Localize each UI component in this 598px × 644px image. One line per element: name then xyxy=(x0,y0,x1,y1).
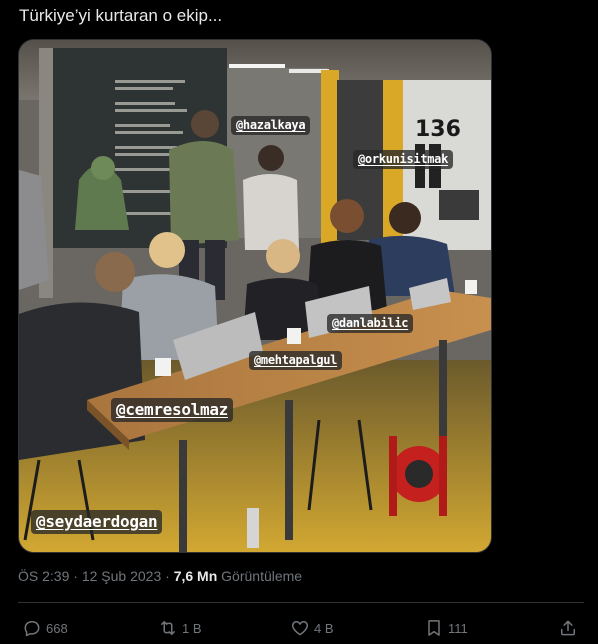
mention-tag-danlabilic[interactable]: @danlabilic xyxy=(327,314,414,333)
tweet-date[interactable]: 12 Şub 2023 xyxy=(82,568,161,584)
tweet-actions: 668 1 B 4 B 111 xyxy=(18,612,584,644)
tweet-meta: ÖS 2:39 · 12 Şub 2023 · 7,6 Mn Görüntüle… xyxy=(18,566,302,586)
meta-separator: · xyxy=(165,568,170,584)
views-count: 7,6 Mn xyxy=(173,568,218,584)
retweet-button[interactable]: 1 B xyxy=(158,616,202,640)
mention-tag-seydaerdogan[interactable]: @seydaerdogan xyxy=(31,510,163,534)
heart-icon xyxy=(291,621,309,636)
reply-icon xyxy=(24,620,40,637)
share-icon xyxy=(561,620,575,636)
like-button[interactable]: 4 B xyxy=(290,616,334,640)
wall-number: 136 xyxy=(415,117,461,142)
bookmark-icon xyxy=(428,620,440,636)
share-button[interactable] xyxy=(558,616,582,640)
views-label: Görüntüleme xyxy=(221,568,303,584)
tweet-text: Türkiye’yi kurtaran o ekip... xyxy=(19,6,223,25)
bookmark-count: 111 xyxy=(448,620,468,636)
meta-separator: · xyxy=(73,568,78,584)
mention-tag-orkunisitmak[interactable]: @orkunisitmak xyxy=(353,150,454,169)
like-count: 4 B xyxy=(314,620,334,636)
reply-button[interactable]: 668 xyxy=(22,616,68,640)
reply-count: 668 xyxy=(46,620,68,636)
mention-tag-hazalkaya[interactable]: @hazalkaya xyxy=(231,116,311,135)
mention-tag-cemresolmaz[interactable]: @cemresolmaz xyxy=(111,398,233,422)
retweet-icon xyxy=(161,621,175,635)
bookmark-button[interactable]: 111 xyxy=(424,616,468,640)
retweet-count: 1 B xyxy=(182,620,202,636)
tweet-photo[interactable]: 136 @hazalkaya @orkunisitmak @danlabilic… xyxy=(18,39,492,553)
divider xyxy=(18,602,584,603)
mention-tag-mehtapalgul[interactable]: @mehtapalgul xyxy=(249,351,343,370)
tweet-time[interactable]: ÖS 2:39 xyxy=(18,568,69,584)
